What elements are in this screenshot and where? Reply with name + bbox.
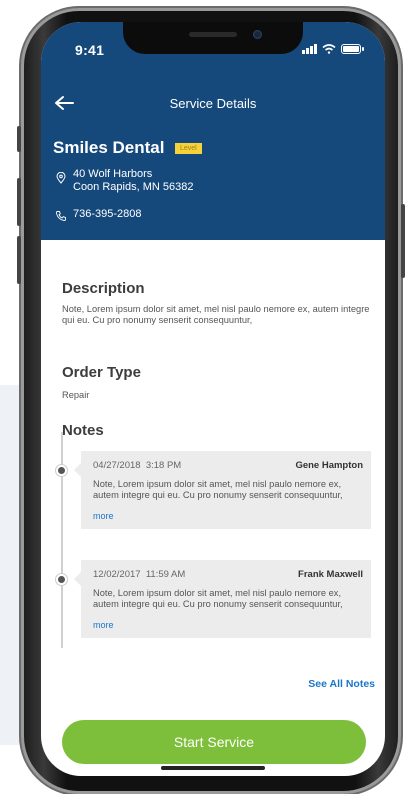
power-button xyxy=(401,204,405,278)
note-author: Gene Hampton xyxy=(295,460,363,471)
note-date: 12/02/2017 xyxy=(93,569,141,580)
home-indicator[interactable] xyxy=(161,766,265,770)
note-header: 04/27/2018 3:18 PM Gene Hampton xyxy=(93,460,363,471)
business-address: 40 Wolf Harbors Coon Rapids, MN 56382 xyxy=(73,168,193,194)
note-text: Note, Lorem ipsum dolor sit amet, mel ni… xyxy=(93,588,343,609)
phone-icon xyxy=(56,211,66,221)
front-camera xyxy=(253,30,262,39)
page-title: Service Details xyxy=(169,96,257,111)
see-all-notes-link[interactable]: See All Notes xyxy=(308,678,375,690)
volume-up-button xyxy=(17,178,21,226)
note-text: Note, Lorem ipsum dolor sit amet, mel ni… xyxy=(93,479,343,500)
timeline-dot xyxy=(56,465,67,476)
note-author: Frank Maxwell xyxy=(298,569,363,580)
note-card[interactable]: 04/27/2018 3:18 PM Gene Hampton Note, Lo… xyxy=(74,451,371,529)
order-type-value: Repair xyxy=(62,390,90,400)
status-time: 9:41 xyxy=(75,42,105,58)
address-line-2: Coon Rapids, MN 56382 xyxy=(73,181,194,193)
description-text: Note, Lorem ipsum dolor sit amet, mel ni… xyxy=(62,304,370,325)
order-type-heading: Order Type xyxy=(62,364,141,381)
wifi-icon xyxy=(322,44,336,54)
battery-icon xyxy=(341,44,364,54)
location-pin-icon xyxy=(56,172,66,184)
note-date: 04/27/2018 xyxy=(93,460,141,471)
note-datetime: 12/02/2017 11:59 AM xyxy=(93,569,185,580)
note-more-link[interactable]: more xyxy=(93,620,363,630)
address-line-1: 40 Wolf Harbors xyxy=(73,168,153,180)
description-heading: Description xyxy=(62,280,145,297)
note-datetime: 04/27/2018 3:18 PM xyxy=(93,460,181,471)
signal-icon xyxy=(302,44,317,54)
business-phone[interactable]: 736-395-2808 xyxy=(73,208,142,220)
mute-switch xyxy=(17,126,21,152)
note-card[interactable]: 12/02/2017 11:59 AM Frank Maxwell Note, … xyxy=(74,560,371,638)
business-name: Smiles Dental xyxy=(53,138,165,157)
note-header: 12/02/2017 11:59 AM Frank Maxwell xyxy=(93,569,363,580)
status-icons xyxy=(302,44,364,54)
header: 9:41 Service Details Smiles Dental Level… xyxy=(41,22,385,240)
timeline-dot xyxy=(56,574,67,585)
phone-notch xyxy=(123,22,303,54)
start-service-button[interactable]: Start Service xyxy=(62,720,366,764)
note-time: 11:59 AM xyxy=(145,569,186,580)
speaker-grille xyxy=(189,32,237,37)
app-screen: 9:41 Service Details Smiles Dental Level… xyxy=(41,22,385,776)
notes-heading: Notes xyxy=(62,422,104,439)
scene: 9:41 Service Details Smiles Dental Level… xyxy=(0,0,411,794)
note-time: 3:18 PM xyxy=(145,460,182,471)
level-badge: Level xyxy=(175,143,202,154)
volume-down-button xyxy=(17,236,21,284)
note-more-link[interactable]: more xyxy=(93,511,363,521)
